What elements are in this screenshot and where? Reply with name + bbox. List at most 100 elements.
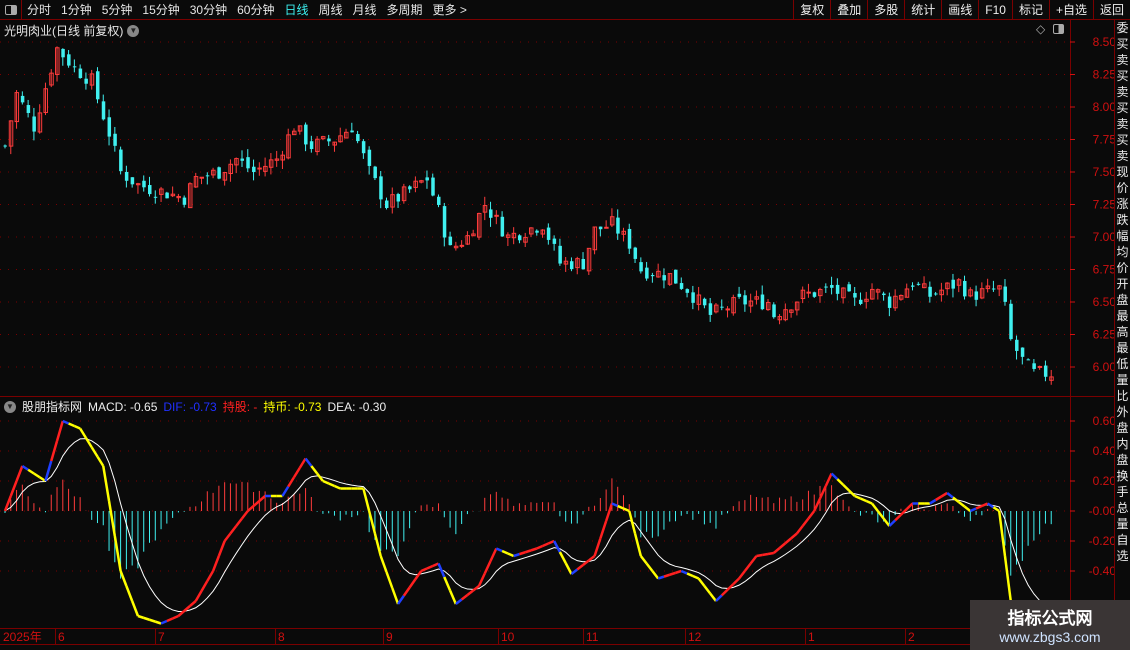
candle-down xyxy=(685,289,690,293)
price-tick-label: 8.25 xyxy=(1093,68,1114,82)
dif-line-segment xyxy=(73,424,81,430)
candle-up xyxy=(1037,365,1043,368)
dif-line-segment xyxy=(957,501,966,508)
dif-line-segment xyxy=(402,586,411,597)
candle-down xyxy=(95,71,100,100)
dif-line-segment xyxy=(582,559,590,566)
dif-line-segment xyxy=(367,510,377,534)
candle-down xyxy=(928,286,932,297)
dif-line-segment xyxy=(882,517,891,527)
candle-down xyxy=(916,283,921,285)
candle-down xyxy=(598,226,603,230)
kline-chart[interactable]: 8.50 8.25 8.00 7.75 7.50 7.25 7.00 6.75 6.50 6.25… xyxy=(0,0,1114,650)
dif-line-segment xyxy=(669,571,676,576)
candle-down xyxy=(882,293,886,296)
dif-line-segment xyxy=(709,592,717,602)
dif-line-segment xyxy=(795,525,804,535)
candle-down xyxy=(639,262,643,272)
quote-side-panel[interactable]: 委买卖买卖买卖买卖现价涨跌幅均价开盘最高最低量比外盘内盘换手总量自选 xyxy=(1114,20,1130,650)
candle-down xyxy=(153,196,158,198)
candle-down xyxy=(379,176,383,200)
dif-line-segment xyxy=(726,583,735,591)
dea-value: DEA: -0.30 xyxy=(327,399,387,414)
dif-line-segment xyxy=(397,595,405,605)
dif-line-segment xyxy=(466,589,474,596)
dif-line-segment xyxy=(107,500,117,537)
dif-line-segment xyxy=(720,588,729,597)
dif-line-segment xyxy=(513,552,520,558)
candle-down xyxy=(910,285,915,287)
dif-line-segment xyxy=(15,465,24,482)
date-label: 2025年 xyxy=(3,630,42,644)
dif-line-segment xyxy=(871,502,879,512)
chevron-down-icon[interactable]: ▼ xyxy=(4,400,16,413)
date-label: 6 xyxy=(58,630,65,644)
candle-up xyxy=(604,226,609,229)
dea-line xyxy=(4,438,1052,612)
candle-down xyxy=(951,279,955,289)
dif-line-segment xyxy=(258,495,266,502)
price-tick-label: 7.00 xyxy=(1093,230,1114,244)
dif-line-segment xyxy=(946,492,954,499)
dif-line-segment xyxy=(223,532,232,542)
candle-down xyxy=(84,78,88,84)
candle-down xyxy=(367,149,372,166)
dif-line-segment xyxy=(298,457,307,469)
dif-line-segment xyxy=(542,542,549,548)
price-tick-label: 6.25 xyxy=(1093,328,1114,342)
candle-up xyxy=(257,167,262,170)
dif-line-segment xyxy=(749,555,758,565)
candle-down xyxy=(437,196,441,205)
dif-line-segment xyxy=(55,420,65,442)
candle-down xyxy=(887,296,892,308)
candle-down xyxy=(737,293,742,297)
dif-line-segment xyxy=(842,483,850,492)
macd-tick-label: 0.40 xyxy=(1093,444,1114,458)
dif-line-segment xyxy=(113,535,122,572)
price-tick-label: 8.50 xyxy=(1093,35,1114,49)
candle-down xyxy=(1032,363,1036,369)
dif-line-segment xyxy=(130,600,140,617)
dif-line-segment xyxy=(443,576,452,591)
dif-line-segment xyxy=(489,547,498,562)
dif-line-segment xyxy=(206,570,215,582)
dif-line-segment xyxy=(888,519,897,527)
dif-line-segment xyxy=(617,504,624,510)
hold-value: 持股: - xyxy=(222,400,258,414)
dif-line-segment xyxy=(90,446,99,458)
candle-down xyxy=(61,48,65,58)
dif-line-segment xyxy=(986,502,995,509)
candle-down xyxy=(616,217,620,234)
dif-line-segment xyxy=(807,510,816,520)
dif-line-segment xyxy=(143,616,150,621)
dif-line-segment xyxy=(33,472,41,479)
candle-down xyxy=(679,283,684,289)
dif-line-segment xyxy=(310,465,319,475)
dif-line-segment xyxy=(790,532,798,540)
dif-line-segment xyxy=(639,555,648,565)
candle-down xyxy=(119,149,123,172)
macd-tick-label: -0.20 xyxy=(1089,534,1114,548)
macd-tick-label: -0.00 xyxy=(1089,504,1114,518)
candle-down xyxy=(835,284,840,294)
dif-line-segment xyxy=(715,594,723,602)
candle-up xyxy=(806,291,811,294)
dif-line-segment xyxy=(211,555,221,572)
candle-down xyxy=(674,269,678,284)
candle-down xyxy=(3,145,7,147)
dif-line-segment xyxy=(252,500,261,507)
candle-down xyxy=(20,95,25,103)
candle-down xyxy=(963,280,967,297)
dif-line-segment xyxy=(373,533,382,557)
dif-line-segment xyxy=(680,569,688,575)
candle-down xyxy=(702,298,707,306)
candle-up xyxy=(494,214,499,217)
watermark-title: 指标公式网 xyxy=(1007,609,1093,628)
candle-down xyxy=(304,124,308,145)
dif-line-segment xyxy=(246,505,255,512)
dif-line-segment xyxy=(200,580,209,592)
dif-line-segment xyxy=(44,460,53,482)
dif-line-segment xyxy=(900,508,908,516)
dif-line-segment xyxy=(633,533,643,557)
watermark: 指标公式网 www.zbgs3.com xyxy=(970,600,1130,650)
